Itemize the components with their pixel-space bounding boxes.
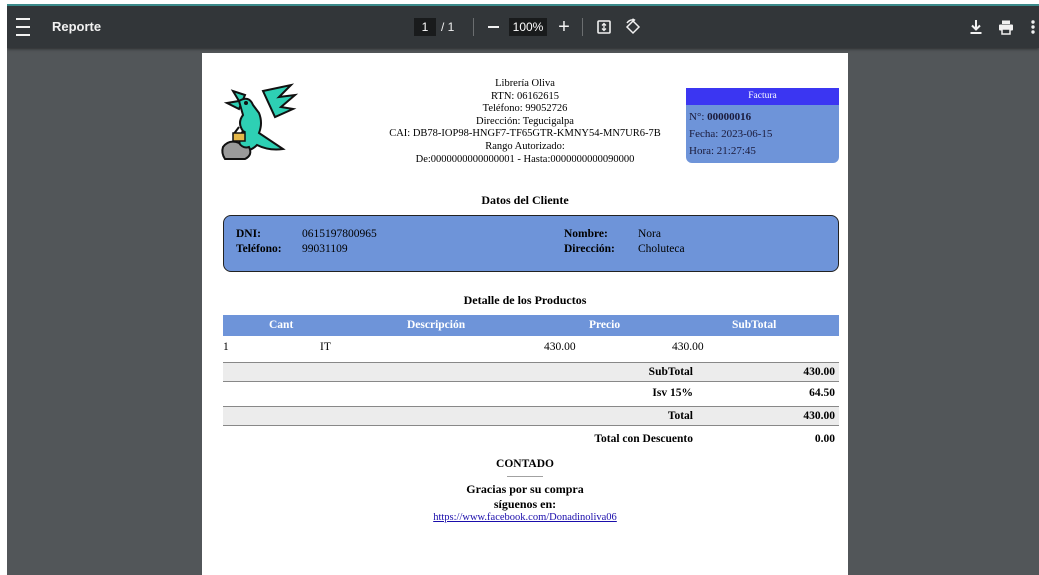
zoom-in-button[interactable]: + [555, 17, 573, 37]
cell-subtotal: 430.00 [672, 341, 704, 353]
zoom-out-button[interactable] [484, 18, 502, 36]
page-number-input[interactable]: 1 [414, 18, 436, 36]
invoice-header: Factura [686, 88, 839, 105]
pdf-toolbar: Reporte 1 / 1 100% + [7, 6, 1039, 48]
subtotal-value: 430.00 [803, 366, 835, 378]
column-header: SubTotal [732, 319, 777, 331]
subtotal-row: SubTotal 430.00 [223, 362, 839, 382]
table-row: 1 IT 430.00 430.00 [223, 339, 839, 356]
total-label: Total [667, 410, 693, 422]
products-table-header: Cant Descripción Precio SubTotal [223, 315, 839, 336]
follow-text: síguenos en: [493, 497, 557, 511]
isv-value: 64.50 [809, 387, 835, 399]
phone-value: 99031109 [302, 243, 348, 255]
dni-value: 0615197800965 [302, 228, 377, 240]
print-icon [999, 20, 1013, 35]
zoom-level-input[interactable]: 100% [509, 18, 547, 36]
invoice-box: Factura N°: 00000016 Fecha: 2023-06-15 H… [686, 88, 839, 163]
invoice-number-line: N°: 00000016 [689, 109, 836, 126]
more-options-icon[interactable] [1027, 18, 1039, 36]
client-section-title: Datos del Cliente [481, 193, 569, 207]
cell-precio: 430.00 [544, 341, 576, 353]
rotate-icon [625, 18, 641, 35]
discount-total-row: Total con Descuento 0.00 [223, 430, 839, 450]
total-value: 430.00 [803, 410, 835, 422]
column-header: Cant [269, 319, 294, 331]
invoice-number-label: N°: [689, 111, 705, 123]
column-header: Precio [589, 319, 621, 331]
invoice-date: Fecha: 2023-06-15 [689, 128, 773, 140]
products-section-title: Detalle de los Productos [463, 293, 587, 307]
menu-icon[interactable] [13, 18, 33, 36]
dni-label: DNI: [236, 228, 261, 240]
payment-type: CONTADO [496, 458, 554, 470]
isv-row: Isv 15% 64.50 [223, 384, 839, 404]
cell-cant: 1 [223, 341, 229, 353]
isv-label: Isv 15% [652, 387, 693, 399]
pdf-viewer: Reporte 1 / 1 100% + Librería Oliva RTN:… [7, 6, 1039, 575]
cell-desc: IT [320, 341, 331, 353]
fit-page-button[interactable] [595, 18, 613, 36]
invoice-footer: CONTADO .................. Gracias por s… [202, 458, 848, 523]
dots-separator: .................. [507, 470, 543, 479]
download-button[interactable] [967, 18, 985, 36]
phone-label: Teléfono: [236, 243, 282, 255]
minus-icon [487, 26, 499, 28]
column-header: Descripción [407, 319, 466, 331]
invoice-page: Librería Oliva RTN: 06162615 Teléfono: 9… [202, 53, 848, 575]
invoice-number: 00000016 [707, 111, 752, 123]
total-row: Total 430.00 [223, 406, 839, 426]
discount-total-label: Total con Descuento [594, 433, 693, 445]
subtotal-label: SubTotal [648, 366, 693, 378]
document-title: Reporte [52, 19, 102, 34]
name-value: Nora [638, 228, 661, 240]
thanks-text: Gracias por su compra [466, 482, 584, 496]
toolbar-divider [473, 18, 474, 36]
download-icon [970, 20, 982, 34]
print-button[interactable] [997, 18, 1015, 36]
discount-total-value: 0.00 [814, 433, 835, 445]
toolbar-divider [582, 18, 583, 36]
address-value: Choluteca [638, 243, 685, 255]
invoice-time: Hora: 21:27:45 [689, 145, 756, 157]
name-label: Nombre: [564, 228, 608, 240]
page-total: / 1 [441, 20, 455, 34]
fit-page-icon [597, 20, 611, 34]
address-label: Dirección: [564, 243, 615, 255]
rotate-button[interactable] [623, 17, 643, 37]
client-box: DNI: 0615197800965 Teléfono: 99031109 No… [223, 215, 839, 272]
facebook-link[interactable]: https://www.facebook.com/Donadinoliva06 [202, 512, 848, 523]
